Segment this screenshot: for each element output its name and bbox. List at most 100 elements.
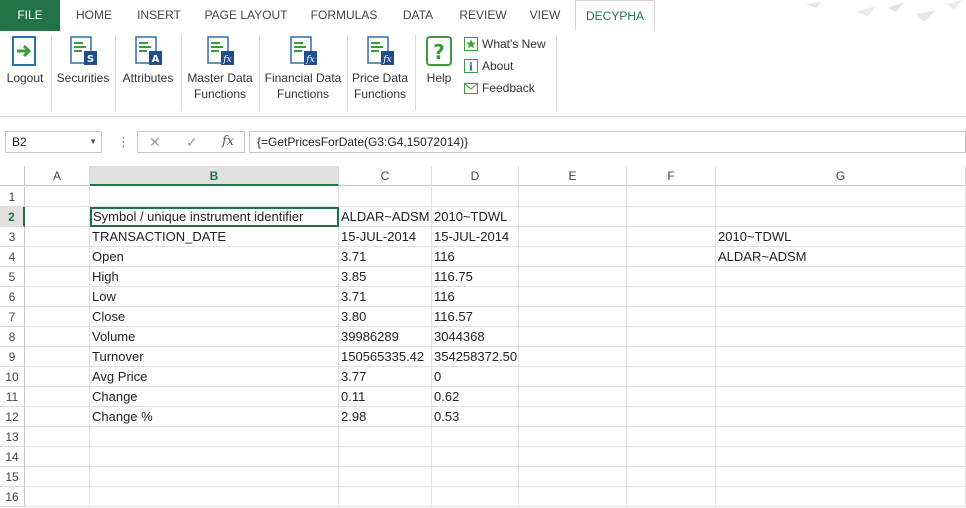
cell-b2[interactable]: Symbol / unique instrument identifier	[90, 207, 339, 227]
cell-f14[interactable]	[627, 447, 716, 467]
tab-page-layout[interactable]: PAGE LAYOUT	[196, 0, 296, 31]
cell-a9[interactable]	[25, 347, 90, 367]
cell-d10[interactable]: 0	[432, 367, 519, 387]
cell-c8[interactable]: 39986289	[339, 327, 432, 347]
cell-a5[interactable]	[25, 267, 90, 287]
row-header-14[interactable]: 14	[0, 447, 25, 467]
tab-formulas[interactable]: FORMULAS	[301, 0, 387, 31]
cell-b5[interactable]: High	[90, 267, 339, 287]
tab-data[interactable]: DATA	[392, 0, 444, 31]
cell-a14[interactable]	[25, 447, 90, 467]
cell-c16[interactable]	[339, 487, 432, 507]
cell-e3[interactable]	[519, 227, 627, 247]
cell-g13[interactable]	[716, 427, 966, 447]
cell-d5[interactable]: 116.75	[432, 267, 519, 287]
cell-g1[interactable]	[716, 187, 966, 207]
cell-b7[interactable]: Close	[90, 307, 339, 327]
cell-c10[interactable]: 3.77	[339, 367, 432, 387]
cell-c14[interactable]	[339, 447, 432, 467]
cell-e1[interactable]	[519, 187, 627, 207]
cell-f2[interactable]	[627, 207, 716, 227]
cell-a15[interactable]	[25, 467, 90, 487]
cell-e10[interactable]	[519, 367, 627, 387]
cell-a7[interactable]	[25, 307, 90, 327]
cell-d2[interactable]: 2010~TDWL	[432, 207, 519, 227]
cell-d4[interactable]: 116	[432, 247, 519, 267]
cell-g14[interactable]	[716, 447, 966, 467]
cell-f12[interactable]	[627, 407, 716, 427]
row-header-7[interactable]: 7	[0, 307, 25, 327]
name-box[interactable]: B2 ▼	[5, 131, 102, 153]
cell-e15[interactable]	[519, 467, 627, 487]
cell-f15[interactable]	[627, 467, 716, 487]
cell-c9[interactable]: 150565335.42	[339, 347, 432, 367]
cell-c2[interactable]: ALDAR~ADSM	[339, 207, 432, 227]
help-button[interactable]: ? Help	[420, 31, 458, 116]
cell-f16[interactable]	[627, 487, 716, 507]
cell-e12[interactable]	[519, 407, 627, 427]
cell-g10[interactable]	[716, 367, 966, 387]
cell-a11[interactable]	[25, 387, 90, 407]
cell-b15[interactable]	[90, 467, 339, 487]
cell-e14[interactable]	[519, 447, 627, 467]
tab-home[interactable]: HOME	[66, 0, 122, 31]
row-header-9[interactable]: 9	[0, 347, 25, 367]
cell-c7[interactable]: 3.80	[339, 307, 432, 327]
price-data-functions-button[interactable]: fx Price Data Functions	[350, 31, 410, 116]
cell-a2[interactable]	[25, 207, 90, 227]
cell-g16[interactable]	[716, 487, 966, 507]
cell-g6[interactable]	[716, 287, 966, 307]
cell-f1[interactable]	[627, 187, 716, 207]
tab-decypha[interactable]: DECYPHA	[575, 0, 655, 31]
cell-g8[interactable]	[716, 327, 966, 347]
column-header-b[interactable]: B	[90, 166, 339, 186]
cell-b13[interactable]	[90, 427, 339, 447]
tab-view[interactable]: VIEW	[521, 0, 569, 31]
cell-d13[interactable]	[432, 427, 519, 447]
cell-c12[interactable]: 2.98	[339, 407, 432, 427]
cell-c1[interactable]	[339, 187, 432, 207]
row-header-12[interactable]: 12	[0, 407, 25, 427]
cell-g11[interactable]	[716, 387, 966, 407]
cell-d7[interactable]: 116.57	[432, 307, 519, 327]
cell-c5[interactable]: 3.85	[339, 267, 432, 287]
cell-f9[interactable]	[627, 347, 716, 367]
cell-b14[interactable]	[90, 447, 339, 467]
cell-e5[interactable]	[519, 267, 627, 287]
column-header-g[interactable]: G	[716, 166, 966, 186]
cell-b11[interactable]: Change	[90, 387, 339, 407]
cell-e9[interactable]	[519, 347, 627, 367]
row-header-10[interactable]: 10	[0, 367, 25, 387]
cell-e11[interactable]	[519, 387, 627, 407]
cell-c6[interactable]: 3.71	[339, 287, 432, 307]
cell-f4[interactable]	[627, 247, 716, 267]
cell-d8[interactable]: 3044368	[432, 327, 519, 347]
row-header-15[interactable]: 15	[0, 467, 25, 487]
cell-b6[interactable]: Low	[90, 287, 339, 307]
row-header-8[interactable]: 8	[0, 327, 25, 347]
cell-b8[interactable]: Volume	[90, 327, 339, 347]
row-header-6[interactable]: 6	[0, 287, 25, 307]
more-icon[interactable]: ⋮	[117, 134, 130, 150]
cell-a12[interactable]	[25, 407, 90, 427]
cell-d16[interactable]	[432, 487, 519, 507]
column-header-c[interactable]: C	[339, 166, 432, 186]
cell-f13[interactable]	[627, 427, 716, 447]
cell-g3[interactable]: 2010~TDWL	[716, 227, 966, 247]
cell-e4[interactable]	[519, 247, 627, 267]
cell-g2[interactable]	[716, 207, 966, 227]
cell-e16[interactable]	[519, 487, 627, 507]
cell-b10[interactable]: Avg Price	[90, 367, 339, 387]
column-header-f[interactable]: F	[627, 166, 716, 186]
row-header-11[interactable]: 11	[0, 387, 25, 407]
cell-b16[interactable]	[90, 487, 339, 507]
cell-e7[interactable]	[519, 307, 627, 327]
row-header-13[interactable]: 13	[0, 427, 25, 447]
cell-f7[interactable]	[627, 307, 716, 327]
cell-f8[interactable]	[627, 327, 716, 347]
column-header-a[interactable]: A	[25, 166, 90, 186]
tab-file[interactable]: FILE	[0, 0, 60, 31]
cell-d3[interactable]: 15-JUL-2014	[432, 227, 519, 247]
cell-g15[interactable]	[716, 467, 966, 487]
row-header-2[interactable]: 2	[0, 207, 25, 227]
